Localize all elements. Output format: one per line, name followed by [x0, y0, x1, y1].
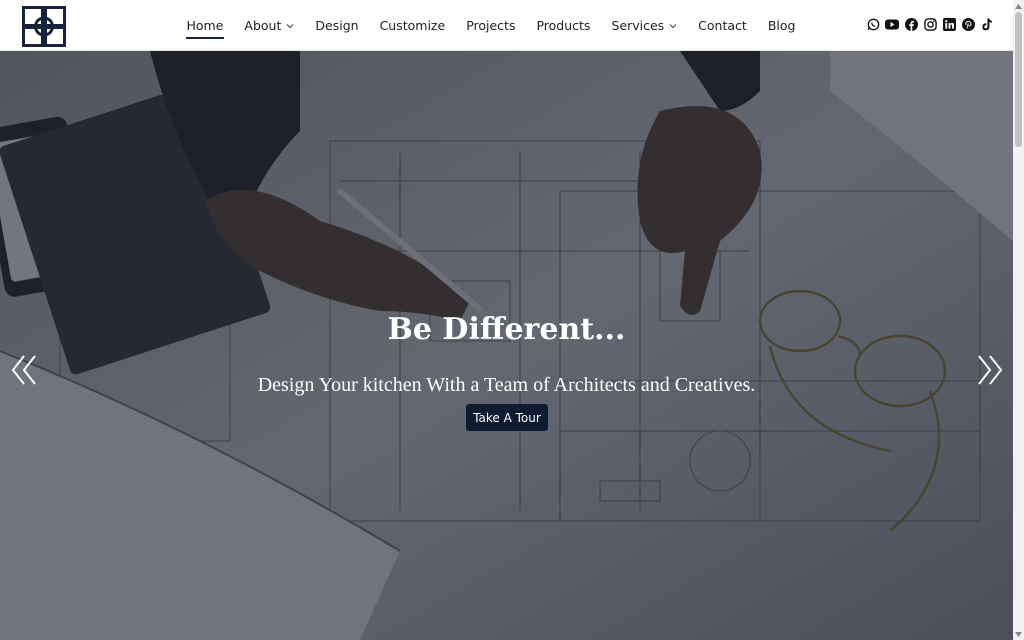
hero-slider: Be Different... Design Your kitchen With… [0, 51, 1013, 640]
nav-about[interactable]: About [234, 0, 305, 51]
main-nav: Home About Design Customize Projects Pro… [176, 0, 806, 51]
pinterest-icon[interactable] [961, 17, 975, 31]
chevron-down-icon [669, 23, 677, 28]
nav-projects[interactable]: Projects [456, 0, 526, 51]
linkedin-icon[interactable] [942, 17, 956, 31]
take-a-tour-button[interactable]: Take A Tour [466, 404, 548, 431]
nav-design[interactable]: Design [305, 0, 369, 51]
nav-blog[interactable]: Blog [757, 0, 806, 51]
nav-products[interactable]: Products [526, 0, 601, 51]
brand-logo[interactable] [22, 6, 66, 47]
nav-customize-label: Customize [379, 18, 446, 33]
facebook-icon[interactable] [904, 17, 918, 31]
scrollbar-thumb[interactable] [1015, 12, 1022, 147]
nav-services[interactable]: Services [601, 0, 688, 51]
nav-about-label: About [244, 18, 282, 33]
site-header: Home About Design Customize Projects Pro… [0, 0, 1013, 51]
whatsapp-icon[interactable] [866, 17, 880, 31]
scroll-down-arrow-icon[interactable] [1013, 628, 1024, 640]
instagram-icon[interactable] [923, 17, 937, 31]
nav-services-label: Services [611, 18, 665, 33]
chevron-double-right-icon[interactable] [976, 353, 1004, 387]
nav-design-label: Design [315, 18, 359, 33]
youtube-icon[interactable] [885, 17, 899, 31]
nav-blog-label: Blog [767, 18, 796, 33]
chevron-double-left-icon[interactable] [10, 353, 38, 387]
hero-title: Be Different... [387, 312, 626, 347]
chevron-down-icon [286, 23, 294, 28]
hero-subtitle: Design Your kitchen With a Team of Archi… [257, 374, 756, 396]
nav-customize[interactable]: Customize [369, 0, 456, 51]
nav-home[interactable]: Home [176, 0, 234, 51]
nav-contact-label: Contact [698, 18, 747, 33]
page-scrollbar[interactable] [1013, 0, 1024, 640]
nav-projects-label: Projects [466, 18, 516, 33]
nav-contact[interactable]: Contact [688, 0, 758, 51]
tiktok-icon[interactable] [980, 17, 994, 31]
nav-products-label: Products [536, 18, 591, 33]
social-links [866, 17, 994, 31]
nav-home-label: Home [186, 18, 224, 33]
scroll-up-arrow-icon[interactable] [1013, 0, 1024, 12]
